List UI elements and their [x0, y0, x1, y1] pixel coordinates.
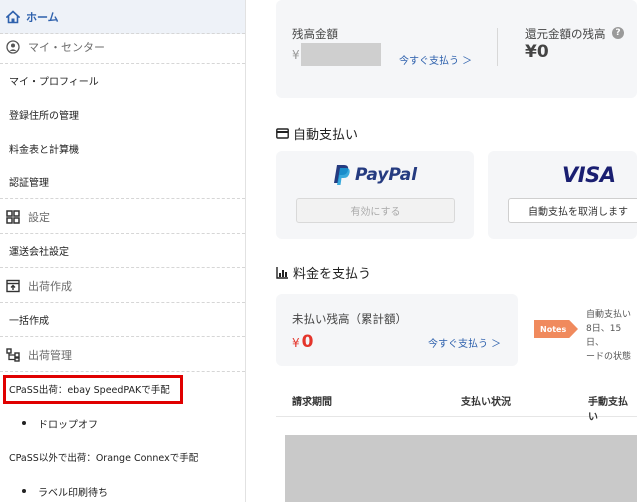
section-title-text: 自動支払い [293, 128, 359, 143]
grid-icon [6, 209, 20, 224]
sidebar-item-label: ホーム [26, 10, 59, 24]
refund-value: ¥0 [525, 42, 549, 62]
sidebar-item-label: ラベル印刷待ち [38, 487, 108, 499]
sidebar-item-non-cpass[interactable]: CPaSS以外で出荷：Orange Connexで手配 [0, 440, 245, 474]
paypal-wordmark: PayPal [355, 165, 418, 185]
sidebar-item-label: 料金表と計算機 [9, 144, 79, 156]
notes-line: ードの状態 [586, 352, 632, 362]
paypal-enable-button[interactable]: 有効にする [296, 198, 455, 223]
pay-fees-title: 料金を支払う [276, 263, 371, 282]
sidebar-section-label: 出荷管理 [28, 348, 72, 362]
sidebar-item-address[interactable]: 登録住所の管理 [0, 97, 245, 131]
unpaid-card: 未払い残高（累計額） ¥ 0 今すぐ支払う ＞ [276, 294, 518, 366]
help-icon[interactable]: ? [612, 27, 624, 39]
balance-pay-now-link[interactable]: 今すぐ支払う ＞ [399, 52, 472, 67]
sidebar-subitem-label-print[interactable]: ラベル印刷待ち [0, 474, 245, 502]
paypal-card: PayPal 有効にする [276, 151, 474, 239]
refund-label: 還元金額の残高 [525, 27, 606, 41]
sidebar-section-shipment-mgmt[interactable]: 出荷管理 [0, 338, 245, 372]
notes-badge: Notes [534, 320, 578, 338]
unpaid-amount: ¥ 0 [292, 332, 313, 352]
sidebar-section-label: 設定 [28, 210, 50, 224]
balance-currency: ¥ [292, 48, 300, 62]
sidebar-item-label: 運送会社設定 [9, 247, 69, 258]
sidebar-section-label: マイ・センター [28, 40, 105, 54]
col-header-period: 請求期間 [292, 397, 332, 408]
user-circle-icon [6, 39, 20, 54]
col-header-status: 支払い状況 [461, 397, 511, 408]
upload-box-icon [6, 279, 20, 293]
paypal-icon [334, 165, 350, 185]
sidebar-section-shipment-create[interactable]: 出荷作成 [0, 269, 245, 303]
unpaid-pay-now-link[interactable]: 今すぐ支払う ＞ [428, 335, 501, 350]
unpaid-currency: ¥ [292, 336, 300, 350]
bullet [22, 421, 26, 425]
sidebar-section-label: 出荷作成 [28, 279, 72, 293]
sidebar-item-auth[interactable]: 認証管理 [0, 165, 245, 199]
sidebar-item-bulk-create[interactable]: 一括作成 [0, 303, 245, 337]
sidebar-item-label: 登録住所の管理 [9, 110, 79, 122]
sidebar-item-label: CPaSS以外で出荷：Orange Connexで手配 [9, 453, 199, 464]
notes-line: 8日、15日、 [586, 324, 622, 348]
sidebar-item-rates[interactable]: 料金表と計算機 [0, 131, 245, 165]
sidebar: ホーム マイ・センター マイ・プロフィール 登録住所の管理 料金表と計算機 認証… [0, 0, 246, 502]
highlight-box [3, 375, 183, 404]
sidebar-item-label: 認証管理 [9, 178, 49, 189]
visa-logo: VISA [562, 163, 616, 187]
paypal-logo: PayPal [333, 164, 417, 186]
sidebar-subitem-dropoff[interactable]: ドロップオフ [0, 406, 245, 440]
sidebar-section-mypage[interactable]: マイ・センター [0, 30, 245, 64]
card-icon [276, 127, 289, 140]
sidebar-item-label: 一括作成 [9, 316, 49, 327]
sidebar-item-label: マイ・プロフィール [9, 76, 99, 88]
bar-chart-icon [276, 266, 289, 279]
visa-card: VISA 自動支払を取消します [488, 151, 637, 239]
divider [497, 28, 498, 66]
unpaid-label: 未払い残高（累計額） [292, 312, 407, 326]
bullet [22, 489, 26, 493]
unpaid-value: 0 [301, 332, 314, 352]
section-title-text: 料金を支払う [293, 267, 372, 282]
col-header-method: 手動支払い [588, 397, 628, 423]
balance-label: 残高金額 [292, 27, 338, 41]
balance-card: 残高金額 ¥ 今すぐ支払う ＞ 還元金額の残高 ? ¥0 [276, 0, 637, 98]
auto-pay-title: 自動支払い [276, 124, 358, 143]
main-content: 残高金額 ¥ 今すぐ支払う ＞ 還元金額の残高 ? ¥0 自動支払い PayPa… [246, 0, 637, 502]
flow-icon [6, 347, 20, 362]
notes-text: 自動支払い 8日、15日、 ードの状態 [586, 308, 637, 364]
balance-value-redacted [301, 43, 381, 66]
sidebar-item-my-profile[interactable]: マイ・プロフィール [0, 63, 245, 97]
sidebar-item-home[interactable]: ホーム [0, 0, 245, 34]
notes-line: 自動支払い [586, 310, 632, 320]
home-icon [6, 9, 20, 24]
sidebar-section-settings[interactable]: 設定 [0, 200, 245, 234]
sidebar-item-label: ドロップオフ [38, 419, 98, 431]
visa-cancel-button[interactable]: 自動支払を取消します [508, 198, 637, 223]
sidebar-item-carrier[interactable]: 運送会社設定 [0, 234, 245, 268]
table-body-redacted [285, 435, 637, 502]
